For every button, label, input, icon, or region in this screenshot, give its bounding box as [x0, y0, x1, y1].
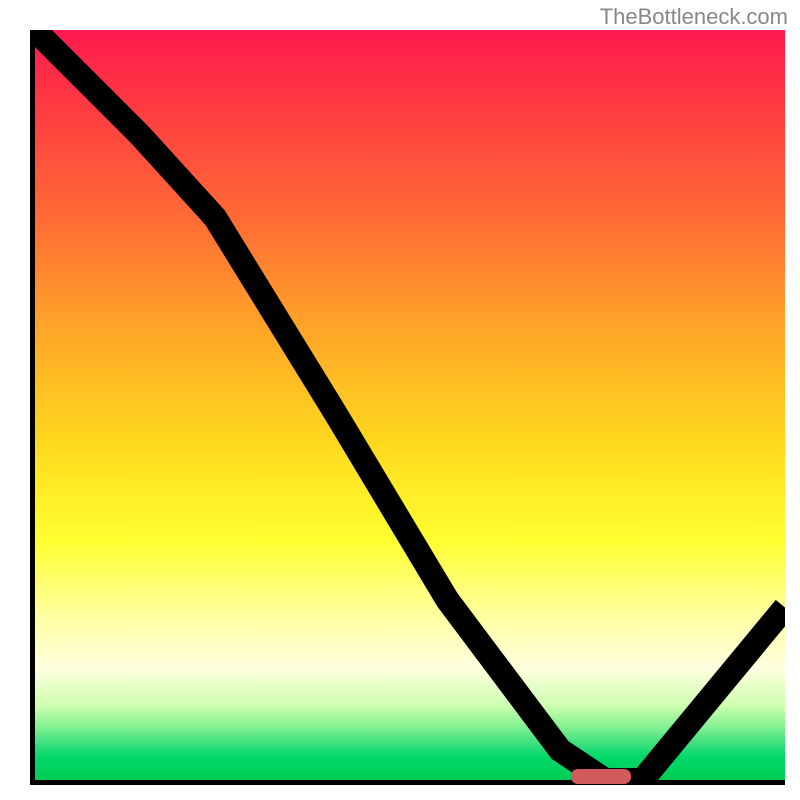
optimal-range-marker — [571, 769, 631, 784]
gradient-background — [35, 30, 785, 780]
watermark-label: TheBottleneck.com — [600, 4, 788, 30]
plot-area — [30, 30, 785, 785]
